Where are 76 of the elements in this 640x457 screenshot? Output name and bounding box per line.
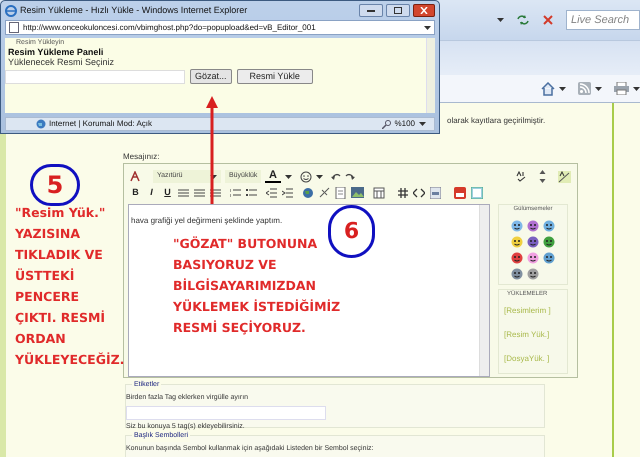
code-icon[interactable] (413, 188, 425, 198)
resize-icon[interactable] (539, 170, 546, 183)
step-number: 6 (328, 205, 375, 258)
caret-icon[interactable] (633, 86, 640, 90)
close-icon (420, 7, 428, 14)
format-button[interactable]: B (130, 186, 141, 198)
align-left-icon[interactable] (178, 188, 189, 198)
indent-icon[interactable] (282, 188, 293, 198)
smiley-icon[interactable] (527, 236, 539, 248)
unlink-icon[interactable] (319, 187, 330, 198)
maximize-icon (394, 7, 402, 14)
redo-icon[interactable] (345, 172, 355, 180)
message-text: hava grafiği yel değirmeni şeklinde yaptım. (131, 216, 282, 225)
caret-icon[interactable] (419, 122, 426, 126)
media-icon[interactable] (471, 186, 483, 198)
page-icon[interactable] (335, 186, 346, 198)
window-title: Resim Yükleme - Hızlı Yükle - Windows Internet Explorer (20, 4, 248, 17)
upload-button[interactable]: Resmi Yükle (236, 69, 313, 84)
status-text: Internet | Korumalı Mod: Açık (49, 118, 152, 130)
smiley-icon[interactable] (511, 252, 523, 264)
text-color-button[interactable]: A (265, 170, 281, 183)
file-path-field[interactable] (5, 70, 185, 84)
minimize-button[interactable] (359, 4, 383, 17)
annotation-text: "Resim Yük." YAZISINA TIKLADIK VE ÜSTTEKİ PENCERE ÇIKTI. RESMİ ORDAN YÜKLEYECEĞİZ. (15, 204, 124, 369)
zoom-icon (382, 120, 391, 128)
caret-icon[interactable] (424, 26, 431, 30)
step-number: 5 (30, 164, 80, 206)
browser-icon (5, 4, 17, 16)
font-icon[interactable] (130, 171, 141, 182)
smiley-icon[interactable] (300, 170, 312, 182)
smiley-icon[interactable] (543, 236, 555, 248)
smiley-icon[interactable] (511, 268, 523, 280)
smiley-icon[interactable] (543, 220, 555, 232)
notice-text: olarak kayıtlara geçirilmiştir. (447, 115, 546, 127)
globe-icon[interactable] (302, 186, 314, 198)
caret-icon[interactable] (497, 18, 504, 22)
caret-icon[interactable] (316, 174, 323, 178)
globe-icon (36, 119, 46, 129)
print-icon[interactable] (614, 82, 629, 95)
align-right-icon[interactable] (210, 188, 221, 198)
format-button[interactable]: I (146, 186, 157, 198)
browse-button[interactable]: Gözat... (190, 69, 232, 84)
undo-icon[interactable] (331, 172, 341, 180)
zoom-level[interactable]: %100 (394, 118, 415, 130)
url-text: http://www.onceokuloncesi.com/vbimghost.php?do=popupload&ed=vB_Editor_001 (23, 22, 317, 34)
caret-icon[interactable] (285, 174, 292, 178)
image-icon[interactable] (351, 187, 364, 198)
outdent-icon[interactable] (266, 188, 277, 198)
tag-input-field[interactable] (126, 406, 326, 420)
caret-icon (210, 174, 217, 178)
close-button[interactable] (413, 4, 435, 17)
smiley-icon[interactable] (527, 268, 539, 280)
switch-mode-icon[interactable] (558, 170, 571, 182)
field-label: Mesajınız: (123, 151, 160, 163)
maximize-button[interactable] (386, 4, 410, 17)
smiley-icon[interactable] (527, 252, 539, 264)
smiley-icon[interactable] (511, 220, 523, 232)
refresh-icon[interactable] (516, 14, 530, 26)
hash-icon[interactable] (398, 188, 408, 198)
table-icon[interactable] (373, 186, 385, 198)
smiley-icon[interactable] (511, 236, 523, 248)
close-icon[interactable] (542, 14, 554, 26)
align-center-icon[interactable] (194, 188, 205, 198)
minimize-icon (367, 9, 375, 12)
numbered-list-icon[interactable] (230, 188, 241, 198)
format-button[interactable]: U (162, 186, 173, 198)
smiley-icon[interactable] (527, 220, 539, 232)
search-field[interactable]: Live Search (566, 10, 640, 30)
home-icon[interactable] (541, 82, 555, 96)
bullet-list-icon[interactable] (246, 188, 257, 198)
spellcheck-icon[interactable] (516, 171, 527, 182)
caret-icon[interactable] (559, 86, 566, 90)
prompt-text: Yüklenecek Resmi Seçiniz (8, 57, 116, 67)
smiley-icon[interactable] (543, 252, 555, 264)
caret-icon[interactable] (595, 86, 602, 90)
panel-heading: Resim Yükleme Paneli (8, 47, 104, 57)
